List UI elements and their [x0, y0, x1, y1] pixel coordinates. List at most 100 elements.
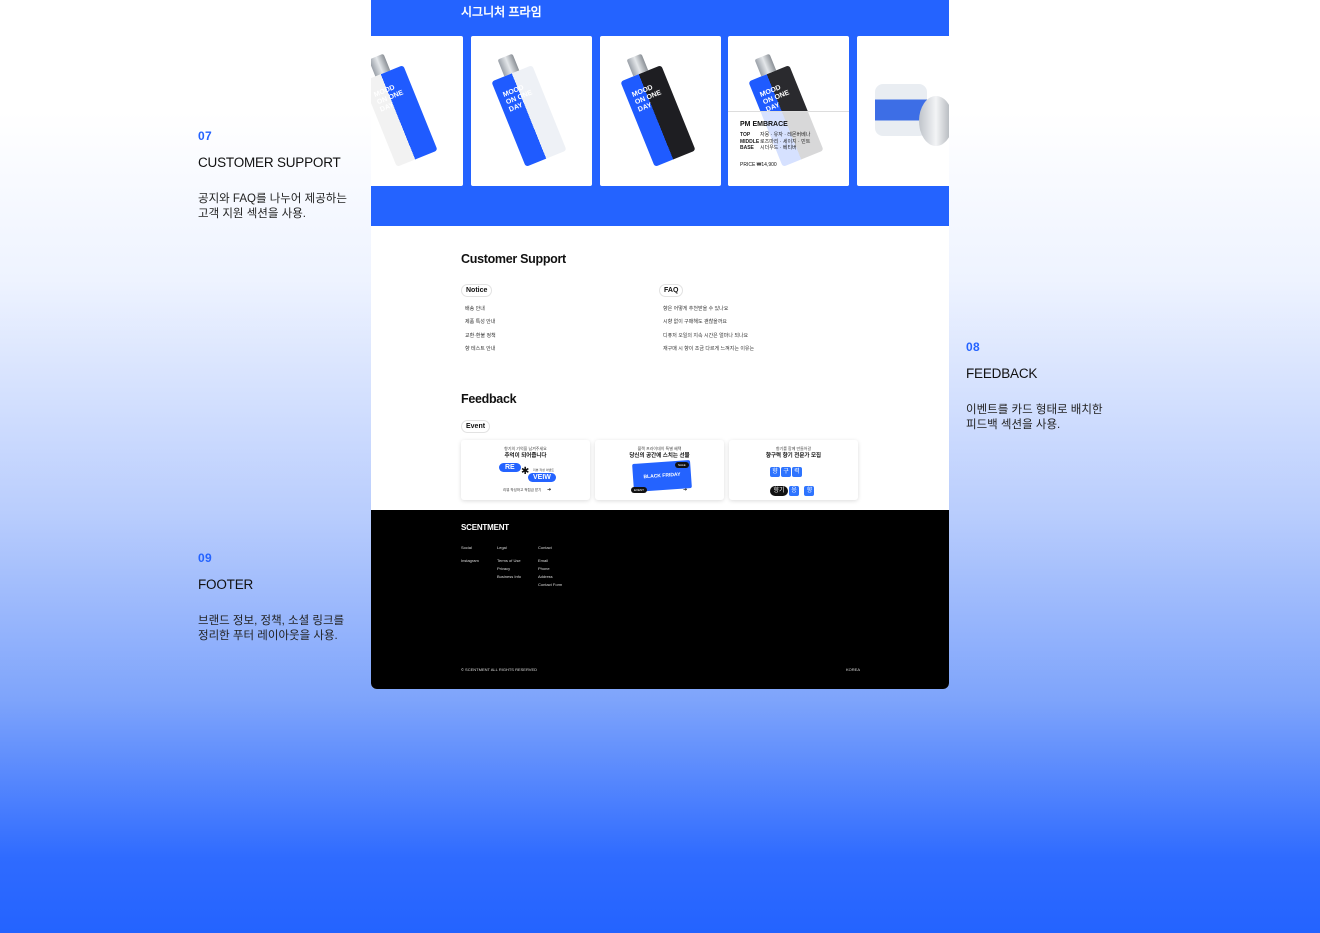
review-re-badge: RE: [499, 463, 521, 472]
annotation-number: 08: [966, 340, 980, 354]
product-name: PM EMBRACE: [740, 121, 788, 128]
footer-link[interactable]: Phone: [538, 565, 562, 573]
product-carousel[interactable]: MOOD ON ONE DAY MOOD ON ONE DAY MOOD ON …: [371, 36, 949, 186]
annotation-desc-line: 고객 지원 섹션을 사용.: [198, 208, 306, 220]
section-title: 시그니처 프라임: [461, 5, 542, 19]
event-note: 리뷰 작성 이벤트: [533, 468, 554, 472]
footer-social-column: Social Instagram: [461, 545, 479, 565]
product-bottle-image: MOOD ON ONE DAY: [620, 53, 696, 167]
footer-link[interactable]: Address: [538, 573, 562, 581]
letter-tile: 향: [804, 486, 815, 496]
feedback-section: Feedback Event 향기의 기억을 남겨주세요 추억이 되어줍니다 R…: [461, 392, 861, 500]
letter-tile: 향: [770, 467, 780, 477]
letter-tile-highlight: 향기: [770, 486, 788, 496]
footer-link[interactable]: Privacy: [497, 565, 521, 573]
section-title: Customer Support: [461, 252, 566, 266]
annotation-desc-line: 브랜드 정보, 정책, 소셜 링크를: [198, 615, 345, 627]
note-label: BASE: [740, 145, 754, 151]
signature-prime-section: 시그니처 프라임 MOOD ON ONE DAY MOOD ON ONE DAY…: [371, 0, 949, 226]
footer-link[interactable]: Instagram: [461, 557, 479, 565]
note-value: 로즈마리 · 세이지 · 민트: [760, 138, 811, 145]
bottle-label: MOOD ON ONE DAY: [502, 84, 534, 114]
website-mockup: 시그니처 프라임 MOOD ON ONE DAY MOOD ON ONE DAY…: [371, 0, 949, 689]
event-tab[interactable]: Event: [461, 420, 491, 433]
annotation-number: 07: [198, 129, 212, 143]
notice-column: Notice 배송 안내 제품 특성 안내 교환·환불 정책 향 테스트 안내: [461, 279, 496, 356]
letter-tile: 력: [792, 467, 802, 477]
product-card[interactable]: MOOD ON ONE DAY: [371, 36, 463, 186]
customer-support-section: Customer Support Notice 배송 안내 제품 특성 안내 교…: [461, 252, 861, 352]
annotation-desc-line: 피드백 섹션을 사용.: [966, 419, 1061, 431]
product-card-hovered[interactable]: MOOD ON ONE DAY PM EMBRACE TOP 자몽 · 유자 · …: [728, 36, 849, 186]
faq-item[interactable]: 디퓨저 오일의 지속 시간은 얼마나 되나요: [659, 330, 754, 343]
product-price: PRICE ₩14,900: [740, 161, 777, 168]
faq-column: FAQ 향은 어떻게 추천받을 수 있나요 시향 없이 구매해도 괜찮을까요 디…: [659, 279, 754, 356]
letter-grid: 향구력 향기응 향숍니다: [770, 460, 818, 500]
annotation-desc-line: 이벤트를 카드 형태로 배치한: [966, 404, 1103, 416]
footer-contact-column: Contact Email Phone Address Contact Form: [538, 545, 562, 589]
product-card[interactable]: MOOD ON ONE DAY: [471, 36, 592, 186]
letter-tile: 응: [789, 486, 799, 496]
annotation-footer: 09 FOOTER 브랜드 정보, 정책, 소셜 링크를 정리한 푸터 레이아웃…: [198, 551, 368, 644]
bottle-label: MOOD ON ONE DAY: [631, 84, 663, 114]
product-bottle-image: MOOD ON ONE DAY: [371, 53, 438, 167]
event-card-black-friday[interactable]: 블랙 프라이데이 특별 혜택 당신의 공간에 스치는 선물 BLACK FRID…: [595, 440, 724, 500]
faq-tab[interactable]: FAQ: [659, 284, 684, 297]
annotation-number: 09: [198, 551, 212, 565]
event-card-review[interactable]: 향기의 기억을 남겨주세요 추억이 되어줍니다 RE ✱ 리뷰 작성 이벤트 V…: [461, 440, 590, 500]
product-card[interactable]: MOOD ON ONE DAY: [600, 36, 721, 186]
site-footer: SCENTMENT Social Instagram Legal Terms o…: [371, 510, 949, 689]
footer-copyright: © SCENTMENT ALL RIGHTS RESERVED: [461, 667, 538, 672]
annotation-description: 브랜드 정보, 정책, 소셜 링크를 정리한 푸터 레이아웃을 사용.: [198, 614, 368, 644]
footer-link[interactable]: Email: [538, 557, 562, 565]
annotation-feedback: 08 FEEDBACK 이벤트를 카드 형태로 배치한 피드백 섹션을 사용.: [966, 340, 1136, 433]
event-title: 향구력 향기 전문가 모집: [765, 453, 822, 459]
footer-legal-column: Legal Terms of Use Privacy Business Info: [497, 545, 521, 581]
notice-tab[interactable]: Notice: [461, 284, 493, 297]
annotation-description: 공지와 FAQ를 나누어 제공하는 고객 지원 섹션을 사용.: [198, 192, 368, 222]
event-footer-text: 리뷰 작성하고 적립금 받기: [503, 488, 542, 492]
event-title: 추억이 되어줍니다: [504, 453, 547, 459]
notice-item[interactable]: 교환·환불 정책: [461, 330, 496, 343]
product-card[interactable]: [857, 36, 949, 186]
candle-image: [875, 76, 949, 146]
faq-item[interactable]: 재구매 시 향이 조금 다르게 느껴지는 이유는: [659, 343, 754, 356]
footer-brand-logo[interactable]: SCENTMENT: [461, 523, 509, 532]
faq-item[interactable]: 시향 없이 구매해도 괜찮을까요: [659, 316, 754, 329]
notice-item[interactable]: 향 테스트 안내: [461, 343, 496, 356]
product-hover-info: PM EMBRACE TOP 자몽 · 유자 · 레몬버베나 MIDDLE로즈마리…: [728, 111, 849, 186]
annotation-title: FOOTER: [198, 577, 254, 592]
annotation-desc-line: 공지와 FAQ를 나누어 제공하는: [198, 193, 347, 205]
notice-list: 배송 안내 제품 특성 안내 교환·환불 정책 향 테스트 안내: [461, 303, 496, 356]
annotation-desc-line: 정리한 푸터 레이아웃을 사용.: [198, 630, 338, 642]
bottle-label: MOOD ON ONE DAY: [373, 84, 405, 114]
annotation-title: FEEDBACK: [966, 366, 1038, 381]
arrow-right-icon[interactable]: ➜: [683, 487, 687, 493]
event-card-recruit[interactable]: 향기를 함께 만들어갈 향구력 향기 전문가 모집 향구력 향기응 향숍니다: [729, 440, 858, 500]
footer-column-heading: Social: [461, 545, 472, 550]
footer-region[interactable]: KOREA: [846, 667, 860, 672]
faq-item[interactable]: 향은 어떻게 추천받을 수 있나요: [659, 303, 754, 316]
annotation-description: 이벤트를 카드 형태로 배치한 피드백 섹션을 사용.: [966, 403, 1136, 433]
faq-list: 향은 어떻게 추천받을 수 있나요 시향 없이 구매해도 괜찮을까요 디퓨저 오…: [659, 303, 754, 356]
event-title: 당신의 공간에 스치는 선물: [629, 453, 690, 459]
letter-tile: 구: [781, 467, 791, 477]
footer-link[interactable]: Business Info: [497, 573, 521, 581]
review-view-badge: VEIW: [528, 473, 556, 482]
product-bottle-image: MOOD ON ONE DAY: [491, 53, 567, 167]
event-tag: EVENT: [631, 487, 648, 493]
notice-item[interactable]: 배송 안내: [461, 303, 496, 316]
footer-link[interactable]: Terms of Use: [497, 557, 521, 565]
sale-tag: SALE: [675, 462, 689, 468]
note-value: 자몽 · 유자 · 레몬버베나: [760, 132, 811, 138]
footer-link[interactable]: Contact Form: [538, 581, 562, 589]
annotation-title: CUSTOMER SUPPORT: [198, 155, 341, 170]
note-value: 시더우드 · 베티버: [760, 145, 797, 151]
footer-column-heading: Legal: [497, 545, 507, 550]
note-row-base: BASE 시더우드 · 베티버: [740, 145, 849, 152]
footer-column-heading: Contact: [538, 545, 552, 550]
annotation-customer-support: 07 CUSTOMER SUPPORT 공지와 FAQ를 나누어 제공하는 고객…: [198, 129, 368, 222]
arrow-right-icon[interactable]: ➜: [547, 487, 551, 493]
section-title: Feedback: [461, 392, 517, 406]
notice-item[interactable]: 제품 특성 안내: [461, 316, 496, 329]
